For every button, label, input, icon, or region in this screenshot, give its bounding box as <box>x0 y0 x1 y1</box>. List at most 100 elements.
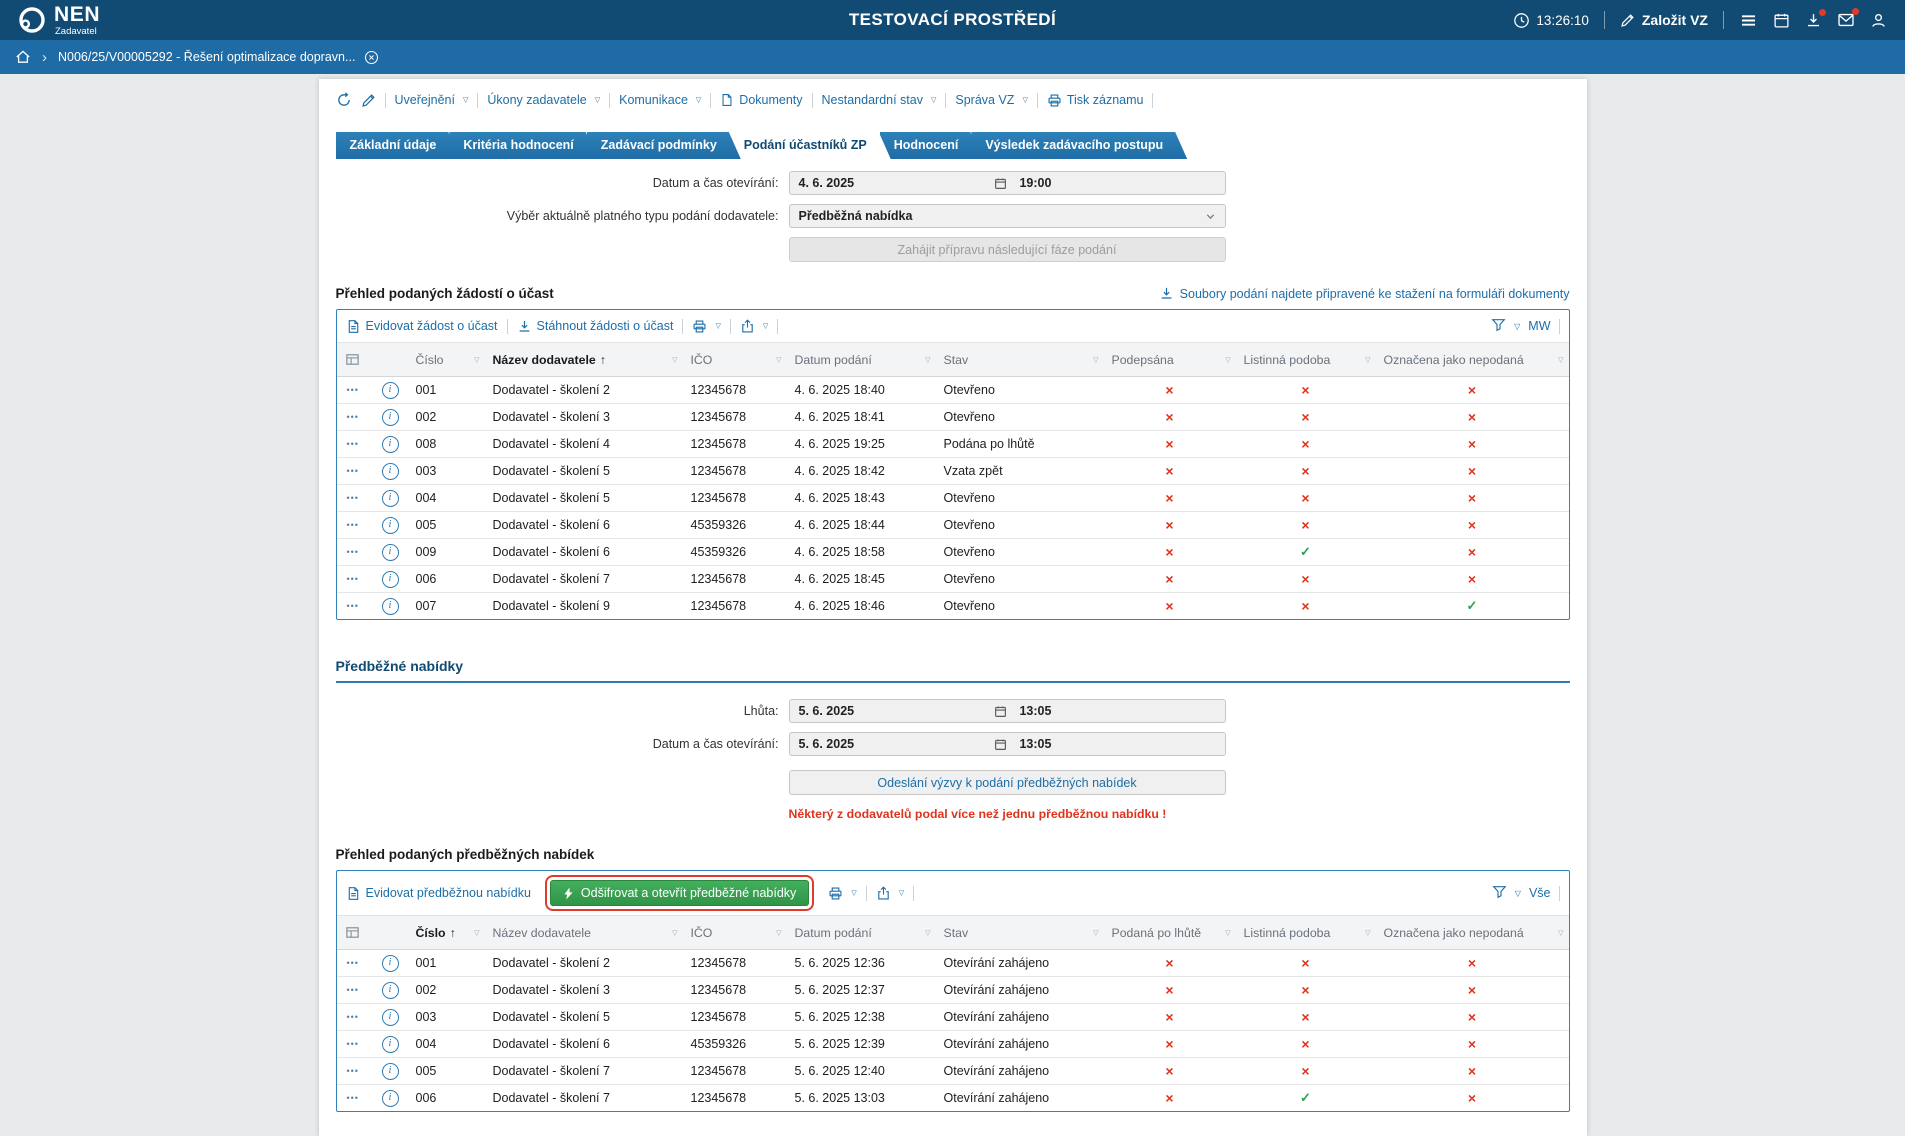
column-filter-icon[interactable]: ▽ <box>776 929 781 937</box>
tab-zakladni-udaje[interactable]: Základní údaje <box>336 132 461 159</box>
row-menu-icon[interactable]: ••• <box>337 377 374 404</box>
column-header[interactable]: Podepsána▽ <box>1104 343 1236 377</box>
column-filter-icon[interactable]: ▽ <box>1365 356 1370 364</box>
column-filter-icon[interactable]: ▽ <box>925 356 930 364</box>
filter-button[interactable] <box>1492 884 1507 902</box>
row-info-icon[interactable]: i <box>374 1058 408 1085</box>
column-header[interactable]: Datum podání▽ <box>787 343 936 377</box>
history-button[interactable] <box>336 92 352 108</box>
edit-button[interactable] <box>361 93 376 108</box>
column-header[interactable]: Stav▽ <box>936 343 1104 377</box>
date-value[interactable]: 5. 6. 2025 <box>799 737 995 751</box>
time-value[interactable]: 13:05 <box>1007 737 1215 751</box>
row-menu-icon[interactable]: ••• <box>337 431 374 458</box>
nen-logo[interactable]: NEN Zadavatel <box>18 4 100 37</box>
row-menu-icon[interactable]: ••• <box>337 485 374 512</box>
row-info-icon[interactable]: i <box>374 950 408 977</box>
row-menu-icon[interactable]: ••• <box>337 977 374 1004</box>
column-header[interactable]: Stav▽ <box>936 916 1104 950</box>
column-filter-icon[interactable]: ▽ <box>1558 356 1563 364</box>
row-menu-icon[interactable]: ••• <box>337 1004 374 1031</box>
row-info-icon[interactable]: i <box>374 485 408 512</box>
row-info-icon[interactable]: i <box>374 1031 408 1058</box>
column-header[interactable]: IČO▽ <box>683 916 787 950</box>
column-filter-icon[interactable]: ▽ <box>474 356 479 364</box>
column-filter-icon[interactable]: ▽ <box>776 356 781 364</box>
time-value[interactable]: 19:00 <box>1007 176 1215 190</box>
column-header[interactable]: Podaná po lhůtě▽ <box>1104 916 1236 950</box>
row-menu-icon[interactable]: ••• <box>337 458 374 485</box>
home-button[interactable] <box>15 49 31 65</box>
calendar-icon[interactable] <box>994 705 1007 718</box>
column-chooser-icon[interactable] <box>337 343 408 377</box>
print-button[interactable]: ▽ <box>692 319 720 334</box>
row-info-icon[interactable]: i <box>374 539 408 566</box>
row-menu-icon[interactable]: ••• <box>337 566 374 593</box>
register-request-link[interactable]: Evidovat žádost o účast <box>346 319 498 334</box>
export-button[interactable]: ▽ <box>876 886 904 901</box>
row-info-icon[interactable]: i <box>374 566 408 593</box>
column-chooser-icon[interactable] <box>337 916 408 950</box>
opening-datetime-field[interactable]: 4. 6. 2025 19:00 <box>789 171 1226 195</box>
profile-button[interactable] <box>1870 12 1887 29</box>
messages-button[interactable] <box>1837 11 1855 29</box>
filter-views-dropdown[interactable]: ▽ <box>1514 322 1520 331</box>
calendar-icon[interactable] <box>994 738 1007 751</box>
row-info-icon[interactable]: i <box>374 1004 408 1031</box>
filter-view-label[interactable]: Vše <box>1529 886 1551 900</box>
row-info-icon[interactable]: i <box>374 377 408 404</box>
column-filter-icon[interactable]: ▽ <box>474 929 479 937</box>
menu-sprava-vz[interactable]: Správa VZ▽ <box>955 93 1027 107</box>
column-header[interactable]: Číslo▽ <box>408 343 485 377</box>
tab-kriteria-hodnoceni[interactable]: Kritéria hodnocení <box>449 132 597 159</box>
column-header[interactable]: Název dodavatele↑▽ <box>485 343 683 377</box>
column-header[interactable]: Označena jako nepodaná▽ <box>1376 916 1569 950</box>
calendar-icon[interactable] <box>994 177 1007 190</box>
row-menu-icon[interactable]: ••• <box>337 1031 374 1058</box>
column-header[interactable]: Název dodavatele▽ <box>485 916 683 950</box>
row-info-icon[interactable]: i <box>374 1085 408 1112</box>
tab-zadavaci-podminky[interactable]: Zadávací podmínky <box>587 132 741 159</box>
export-button[interactable]: ▽ <box>740 319 768 334</box>
row-menu-icon[interactable]: ••• <box>337 512 374 539</box>
row-info-icon[interactable]: i <box>374 431 408 458</box>
send-invite-button[interactable]: Odeslání výzvy k podání předběžných nabí… <box>789 770 1226 795</box>
filter-view-label[interactable]: MW <box>1528 319 1550 333</box>
date-value[interactable]: 4. 6. 2025 <box>799 176 995 190</box>
register-offer-link[interactable]: Evidovat předběžnou nabídku <box>346 886 531 901</box>
menu-dokumenty[interactable]: Dokumenty <box>720 93 802 107</box>
column-header[interactable]: Datum podání▽ <box>787 916 936 950</box>
menu-uverejneni[interactable]: Uveřejnění▽ <box>395 93 469 107</box>
menu-button[interactable] <box>1739 11 1758 30</box>
row-info-icon[interactable]: i <box>374 977 408 1004</box>
column-header[interactable]: Označena jako nepodaná▽ <box>1376 343 1569 377</box>
prelim-opening-field[interactable]: 5. 6. 2025 13:05 <box>789 732 1226 756</box>
column-header[interactable]: Číslo↑▽ <box>408 916 485 950</box>
menu-tisk-zaznamu[interactable]: Tisk záznamu <box>1047 93 1144 108</box>
row-info-icon[interactable]: i <box>374 404 408 431</box>
print-button[interactable]: ▽ <box>828 886 856 901</box>
column-header[interactable]: IČO▽ <box>683 343 787 377</box>
row-menu-icon[interactable]: ••• <box>337 539 374 566</box>
column-filter-icon[interactable]: ▽ <box>672 929 677 937</box>
date-value[interactable]: 5. 6. 2025 <box>799 704 995 718</box>
close-icon[interactable] <box>364 50 379 65</box>
row-info-icon[interactable]: i <box>374 458 408 485</box>
row-menu-icon[interactable]: ••• <box>337 404 374 431</box>
filter-views-dropdown[interactable]: ▽ <box>1515 889 1521 898</box>
breadcrumb-record-tab[interactable]: N006/25/V00005292 - Řešení optimalizace … <box>58 50 379 65</box>
column-filter-icon[interactable]: ▽ <box>1225 929 1230 937</box>
column-filter-icon[interactable]: ▽ <box>1093 356 1098 364</box>
row-menu-icon[interactable]: ••• <box>337 1058 374 1085</box>
menu-nestandardni-stav[interactable]: Nestandardní stav▽ <box>822 93 937 107</box>
create-vz-button[interactable]: Založit VZ <box>1620 12 1708 28</box>
downloads-button[interactable] <box>1805 12 1822 29</box>
tab-hodnoceni[interactable]: Hodnocení <box>880 132 983 159</box>
time-value[interactable]: 13:05 <box>1007 704 1215 718</box>
menu-komunikace[interactable]: Komunikace▽ <box>619 93 701 107</box>
next-phase-button[interactable]: Zahájit přípravu následující fáze podání <box>789 237 1226 262</box>
calendar-button[interactable] <box>1773 12 1790 29</box>
filter-button[interactable] <box>1491 317 1506 335</box>
column-filter-icon[interactable]: ▽ <box>1225 356 1230 364</box>
row-info-icon[interactable]: i <box>374 512 408 539</box>
